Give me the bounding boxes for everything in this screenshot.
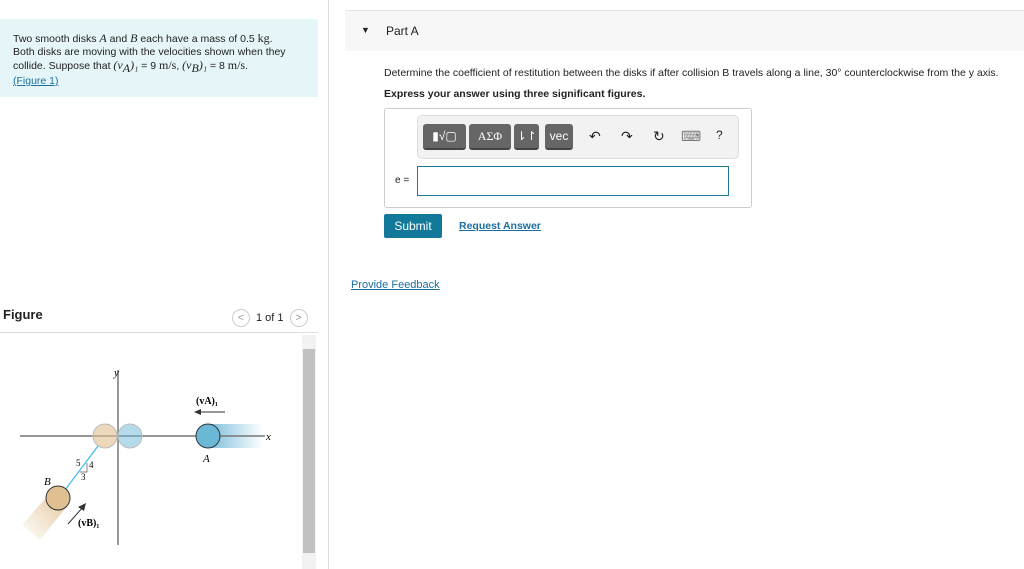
- keyboard-icon[interactable]: ⌨: [681, 128, 701, 145]
- submit-button[interactable]: Submit: [384, 214, 442, 238]
- prev-figure-button[interactable]: <: [232, 309, 250, 327]
- disk-b: [45, 485, 71, 511]
- problem-statement: Two smooth disks A and B each have a mas…: [0, 19, 318, 97]
- arrows-button[interactable]: ⇂↾: [514, 124, 539, 150]
- slope-5: 5: [76, 458, 81, 468]
- math: A: [99, 31, 107, 45]
- disk-a: [195, 423, 221, 449]
- reset-icon[interactable]: ↻: [653, 128, 665, 145]
- y-label: y: [113, 367, 119, 379]
- math: B: [191, 61, 199, 76]
- math: )₁: [198, 58, 208, 72]
- math: (v: [182, 58, 192, 72]
- instruction-text: Express your answer using three signific…: [384, 88, 646, 100]
- divider: [0, 332, 318, 333]
- answer-input[interactable]: [417, 166, 729, 196]
- text: Both disks are moving with the velocitie…: [13, 46, 286, 58]
- text: = 9: [138, 60, 159, 72]
- next-figure-button[interactable]: >: [289, 309, 308, 327]
- variable-label: e =: [395, 175, 410, 186]
- text: and: [106, 33, 131, 45]
- provide-feedback-link[interactable]: Provide Feedback: [351, 279, 440, 291]
- math: m/s: [158, 58, 177, 72]
- request-answer-link[interactable]: Request Answer: [459, 220, 541, 232]
- answer-box: ▮√▢ ΑΣΦ ⇂↾ vec ↶ ↷ ↻ ⌨ ? e =: [384, 108, 752, 208]
- question-text: Determine the coefficient of restitution…: [384, 67, 999, 79]
- math: m/s: [227, 58, 246, 72]
- velocity-b-label: (vB)₁: [78, 518, 99, 529]
- greek-button[interactable]: ΑΣΦ: [469, 124, 511, 150]
- figure-heading: Figure: [3, 307, 43, 322]
- math: (v: [113, 58, 123, 72]
- arrowhead: [194, 409, 201, 415]
- text: .: [269, 33, 273, 45]
- text: .: [245, 60, 249, 72]
- text: Two smooth disks: [13, 33, 100, 45]
- scroll-thumb[interactable]: [303, 349, 315, 553]
- vec-button[interactable]: vec: [545, 124, 573, 150]
- templates-button[interactable]: ▮√▢: [423, 124, 466, 150]
- divider: [328, 0, 329, 569]
- text: collide. Suppose that: [13, 60, 114, 72]
- math: kg: [257, 31, 270, 45]
- arrowhead: [78, 503, 86, 511]
- disk-b-label: B: [44, 476, 51, 488]
- redo-icon[interactable]: ↷: [621, 128, 633, 145]
- text: = 8: [207, 60, 228, 72]
- page-indicator: 1 of 1: [256, 312, 284, 324]
- figure-diagram: x y A B (vA)₁ (vB)₁ 5 4 3: [20, 367, 271, 545]
- disk-a-ghost: [117, 423, 143, 449]
- slope-3: 3: [81, 472, 86, 482]
- figure-pager: < 1 of 1 >: [232, 309, 308, 327]
- part-a-header[interactable]: ▼ Part A: [345, 10, 1024, 51]
- velocity-a-label: (vA)₁: [196, 396, 218, 407]
- part-title: Part A: [386, 24, 419, 38]
- text: each have a mass of 0.5: [137, 33, 258, 45]
- slope-4: 4: [89, 460, 94, 470]
- disk-a-label: A: [202, 453, 210, 465]
- undo-icon[interactable]: ↶: [589, 128, 601, 145]
- math-toolbar: ▮√▢ ΑΣΦ ⇂↾ vec ↶ ↷ ↻ ⌨ ?: [417, 115, 739, 159]
- figure-link[interactable]: (Figure 1): [13, 75, 59, 87]
- figure-scrollbar[interactable]: [302, 335, 316, 569]
- math: A: [122, 61, 131, 76]
- x-label: x: [265, 431, 271, 443]
- disk-b-ghost: [92, 423, 118, 449]
- collapse-triangle-icon: ▼: [361, 25, 370, 35]
- help-icon[interactable]: ?: [716, 128, 723, 142]
